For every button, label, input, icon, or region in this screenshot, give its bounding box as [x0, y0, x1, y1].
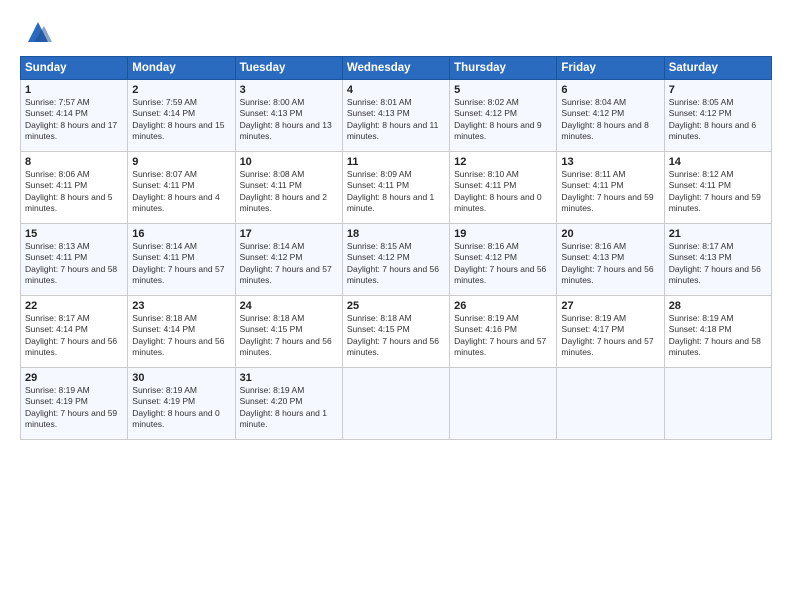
calendar-table: SundayMondayTuesdayWednesdayThursdayFrid… [20, 56, 772, 440]
calendar-week-3: 15Sunrise: 8:13 AMSunset: 4:11 PMDayligh… [21, 224, 772, 296]
table-row: 9Sunrise: 8:07 AMSunset: 4:11 PMDaylight… [128, 152, 235, 224]
table-row: 16Sunrise: 8:14 AMSunset: 4:11 PMDayligh… [128, 224, 235, 296]
page: SundayMondayTuesdayWednesdayThursdayFrid… [0, 0, 792, 612]
calendar-week-2: 8Sunrise: 8:06 AMSunset: 4:11 PMDaylight… [21, 152, 772, 224]
table-row: 13Sunrise: 8:11 AMSunset: 4:11 PMDayligh… [557, 152, 664, 224]
table-row: 8Sunrise: 8:06 AMSunset: 4:11 PMDaylight… [21, 152, 128, 224]
table-row [450, 368, 557, 440]
table-row: 28Sunrise: 8:19 AMSunset: 4:18 PMDayligh… [664, 296, 771, 368]
table-row: 4Sunrise: 8:01 AMSunset: 4:13 PMDaylight… [342, 80, 449, 152]
table-row: 5Sunrise: 8:02 AMSunset: 4:12 PMDaylight… [450, 80, 557, 152]
table-row: 26Sunrise: 8:19 AMSunset: 4:16 PMDayligh… [450, 296, 557, 368]
calendar-week-5: 29Sunrise: 8:19 AMSunset: 4:19 PMDayligh… [21, 368, 772, 440]
col-header-wednesday: Wednesday [342, 57, 449, 80]
table-row: 25Sunrise: 8:18 AMSunset: 4:15 PMDayligh… [342, 296, 449, 368]
table-row: 22Sunrise: 8:17 AMSunset: 4:14 PMDayligh… [21, 296, 128, 368]
header [20, 18, 772, 46]
table-row: 14Sunrise: 8:12 AMSunset: 4:11 PMDayligh… [664, 152, 771, 224]
table-row: 12Sunrise: 8:10 AMSunset: 4:11 PMDayligh… [450, 152, 557, 224]
table-row: 29Sunrise: 8:19 AMSunset: 4:19 PMDayligh… [21, 368, 128, 440]
table-row: 2Sunrise: 7:59 AMSunset: 4:14 PMDaylight… [128, 80, 235, 152]
col-header-friday: Friday [557, 57, 664, 80]
calendar-week-1: 1Sunrise: 7:57 AMSunset: 4:14 PMDaylight… [21, 80, 772, 152]
table-row: 19Sunrise: 8:16 AMSunset: 4:12 PMDayligh… [450, 224, 557, 296]
col-header-tuesday: Tuesday [235, 57, 342, 80]
col-header-monday: Monday [128, 57, 235, 80]
calendar-week-4: 22Sunrise: 8:17 AMSunset: 4:14 PMDayligh… [21, 296, 772, 368]
header-row: SundayMondayTuesdayWednesdayThursdayFrid… [21, 57, 772, 80]
col-header-sunday: Sunday [21, 57, 128, 80]
table-row: 6Sunrise: 8:04 AMSunset: 4:12 PMDaylight… [557, 80, 664, 152]
table-row [342, 368, 449, 440]
table-row [557, 368, 664, 440]
logo [20, 18, 52, 46]
table-row: 3Sunrise: 8:00 AMSunset: 4:13 PMDaylight… [235, 80, 342, 152]
col-header-saturday: Saturday [664, 57, 771, 80]
table-row: 17Sunrise: 8:14 AMSunset: 4:12 PMDayligh… [235, 224, 342, 296]
table-row: 11Sunrise: 8:09 AMSunset: 4:11 PMDayligh… [342, 152, 449, 224]
table-row: 10Sunrise: 8:08 AMSunset: 4:11 PMDayligh… [235, 152, 342, 224]
table-row: 20Sunrise: 8:16 AMSunset: 4:13 PMDayligh… [557, 224, 664, 296]
table-row: 1Sunrise: 7:57 AMSunset: 4:14 PMDaylight… [21, 80, 128, 152]
table-row: 21Sunrise: 8:17 AMSunset: 4:13 PMDayligh… [664, 224, 771, 296]
table-row: 15Sunrise: 8:13 AMSunset: 4:11 PMDayligh… [21, 224, 128, 296]
table-row: 23Sunrise: 8:18 AMSunset: 4:14 PMDayligh… [128, 296, 235, 368]
table-row: 7Sunrise: 8:05 AMSunset: 4:12 PMDaylight… [664, 80, 771, 152]
logo-icon [24, 18, 52, 46]
table-row: 27Sunrise: 8:19 AMSunset: 4:17 PMDayligh… [557, 296, 664, 368]
table-row: 24Sunrise: 8:18 AMSunset: 4:15 PMDayligh… [235, 296, 342, 368]
table-row [664, 368, 771, 440]
col-header-thursday: Thursday [450, 57, 557, 80]
table-row: 31Sunrise: 8:19 AMSunset: 4:20 PMDayligh… [235, 368, 342, 440]
table-row: 18Sunrise: 8:15 AMSunset: 4:12 PMDayligh… [342, 224, 449, 296]
table-row: 30Sunrise: 8:19 AMSunset: 4:19 PMDayligh… [128, 368, 235, 440]
